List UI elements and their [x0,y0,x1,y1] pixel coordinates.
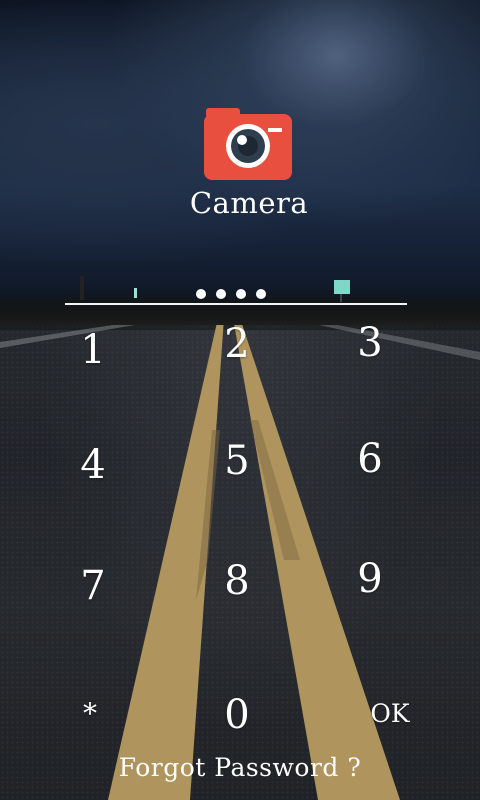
app-name: Camera [189,186,309,220]
pin-dot [256,289,266,299]
pin-dot [236,289,246,299]
key-0[interactable]: 0 [197,685,277,745]
key-9[interactable]: 9 [330,549,410,609]
pin-underline [65,303,407,305]
key-3[interactable]: 3 [330,313,410,373]
forgot-password-link[interactable]: Forgot Password ? [0,753,480,782]
key-2[interactable]: 2 [197,314,277,374]
key-5[interactable]: 5 [197,431,277,491]
ok-button[interactable]: OK [350,684,430,744]
key-4[interactable]: 4 [53,435,133,495]
key-6[interactable]: 6 [330,429,410,489]
pin-dot [196,289,206,299]
key-8[interactable]: 8 [197,551,277,611]
key-7[interactable]: 7 [53,556,133,616]
pin-dot [216,289,226,299]
camera-icon [204,106,292,180]
pin-entry-indicator [196,287,286,301]
key-1[interactable]: 1 [53,320,133,380]
key-star[interactable]: * [50,684,130,744]
